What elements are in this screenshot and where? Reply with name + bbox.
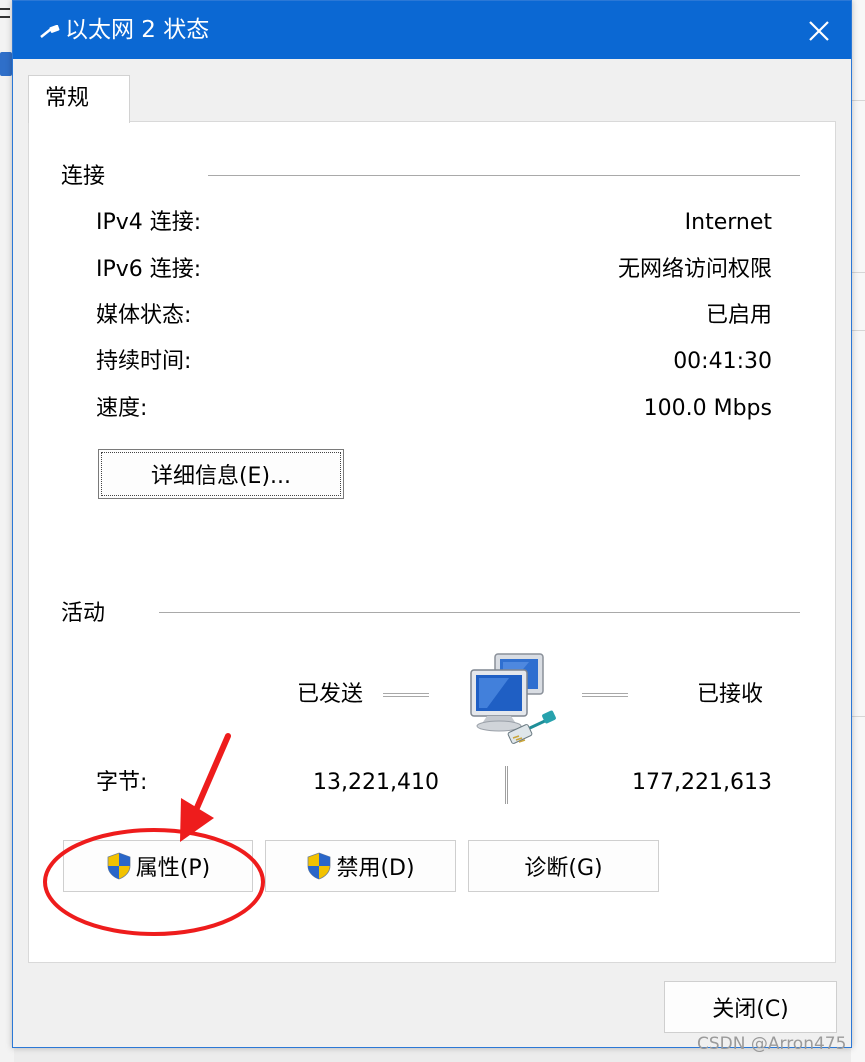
sent-label: 已发送	[297, 682, 364, 707]
bytes-received-value: 177,221,613	[632, 770, 772, 795]
connection-divider	[208, 175, 800, 176]
bytes-sent-value: 13,221,410	[313, 770, 439, 795]
media-state-label: 媒体状态:	[96, 303, 192, 328]
tab-panel-general: 连接 IPv4 连接: Internet IPv6 连接: 无网络访问权限 媒体…	[28, 121, 836, 963]
duration-value: 00:41:30	[673, 349, 772, 374]
speed-label: 速度:	[96, 396, 148, 421]
uac-shield-icon	[107, 852, 131, 880]
network-computers-icon	[470, 653, 556, 744]
status-dialog: 以太网 2 状态 常规 连接 IPv4 连接: Internet IPv6 连接…	[12, 0, 852, 1048]
background-window-right	[851, 0, 865, 1062]
disable-button[interactable]: 禁用(D)	[265, 840, 456, 892]
received-label: 已接收	[697, 682, 764, 707]
tab-general[interactable]: 常规	[28, 75, 130, 123]
properties-button-label: 属性(P)	[135, 856, 211, 881]
diagnose-button[interactable]: 诊断(G)	[468, 840, 659, 892]
duration-label: 持续时间:	[96, 349, 192, 374]
ipv6-value: 无网络访问权限	[617, 257, 772, 282]
properties-button[interactable]: 属性(P)	[63, 840, 253, 892]
speed-value: 100.0 Mbps	[643, 396, 772, 421]
received-line	[582, 693, 628, 697]
connection-section-title: 连接	[61, 164, 106, 189]
ipv6-label: IPv6 连接:	[96, 257, 202, 282]
watermark-text: CSDN @Arron475	[697, 1034, 847, 1054]
sent-line	[383, 693, 429, 697]
disable-button-label: 禁用(D)	[336, 856, 415, 881]
window-title: 以太网 2 状态	[65, 17, 210, 43]
media-state-value: 已启用	[705, 303, 772, 328]
activity-section-title: 活动	[61, 601, 106, 626]
close-icon[interactable]	[803, 15, 835, 47]
bytes-separator	[505, 766, 508, 804]
network-cable-icon	[40, 25, 60, 38]
activity-divider	[159, 612, 800, 613]
close-button[interactable]: 关闭(C)	[664, 981, 837, 1033]
title-bar[interactable]: 以太网 2 状态	[13, 1, 851, 59]
ipv4-value: Internet	[684, 210, 772, 235]
ipv4-label: IPv4 连接:	[96, 210, 202, 235]
uac-shield-icon	[308, 852, 331, 880]
details-button[interactable]: 详细信息(E)...	[98, 449, 344, 499]
bytes-label: 字节:	[96, 770, 148, 795]
